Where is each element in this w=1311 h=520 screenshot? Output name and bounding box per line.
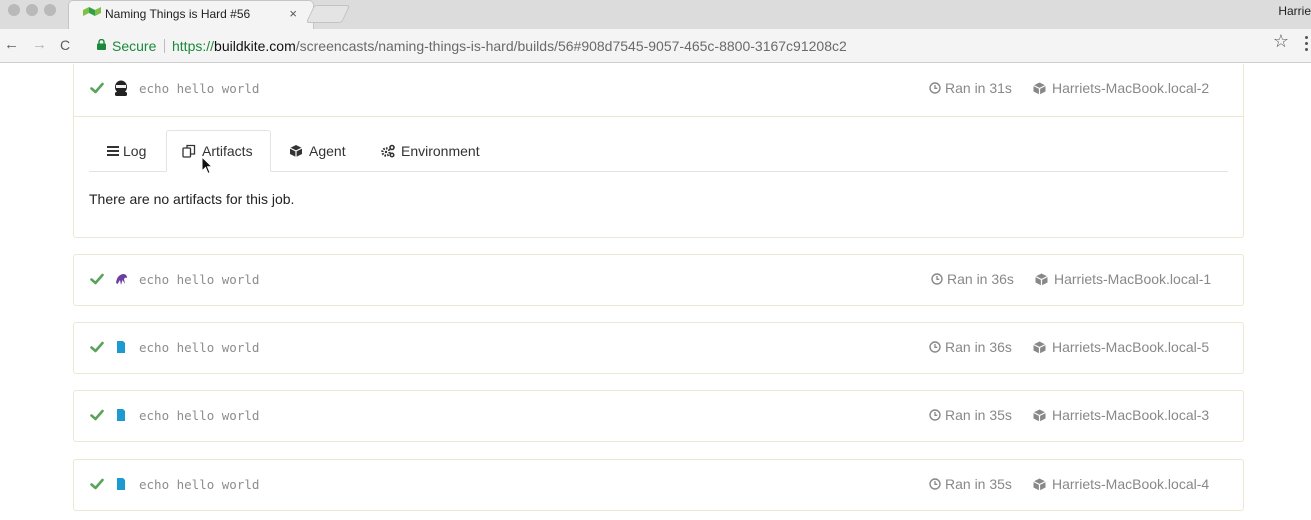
window-zoom-button[interactable] (44, 4, 56, 16)
cube-icon (1033, 478, 1046, 491)
tab-log[interactable]: Log (89, 131, 166, 172)
profile-name[interactable]: Harrie (1278, 4, 1311, 18)
check-icon (90, 409, 104, 421)
job-agent-name[interactable]: Harriets-MacBook.local-5 (1052, 339, 1209, 355)
job-card: echo hello world Ran in 36s Harriets-Mac… (73, 322, 1244, 374)
job-duration: Ran in 35s (945, 476, 1012, 492)
job-command: echo hello world (139, 408, 260, 423)
check-icon (90, 341, 104, 353)
cube-icon (1035, 273, 1048, 286)
tab-environment-label: Environment (401, 143, 480, 159)
url-text[interactable]: https://buildkite.com/screencasts/naming… (172, 38, 847, 54)
forward-arrow-icon[interactable]: → (32, 35, 47, 55)
new-tab-button[interactable] (305, 5, 351, 23)
job-card: echo hello world Ran in 35s Harriets-Mac… (73, 390, 1244, 442)
address-bar[interactable]: Secure https://buildkite.com/screencasts… (85, 32, 1293, 60)
browser-tab-active[interactable]: Naming Things is Hard #56 × (68, 0, 314, 29)
no-artifacts-message: There are no artifacts for this job. (89, 191, 295, 207)
address-separator (164, 39, 165, 53)
back-arrow-icon[interactable]: ← (4, 35, 19, 55)
clock-icon (929, 409, 941, 421)
job-card: echo hello world Ran in 35s Harriets-Mac… (73, 459, 1244, 511)
browser-tab-title: Naming Things is Hard #56 (105, 7, 251, 21)
check-icon (90, 273, 104, 285)
job-detail-tabs: Log Artifacts Agent Environment (89, 130, 1228, 172)
clock-icon (929, 82, 941, 94)
window-close-button[interactable] (8, 4, 20, 16)
clock-icon (931, 273, 943, 285)
job-header[interactable]: echo hello world Ran in 36s Harriets-Mac… (74, 323, 1243, 374)
cube-icon (1033, 409, 1046, 422)
window-minimize-button[interactable] (26, 4, 38, 16)
job-header[interactable]: echo hello world Ran in 35s Harriets-Mac… (74, 460, 1243, 511)
list-icon (107, 146, 119, 156)
buildkite-logo-icon (83, 7, 101, 16)
tab-environment[interactable]: Environment (367, 131, 487, 172)
mouse-pointer-icon (201, 156, 213, 175)
job-card: echo hello world Ran in 36s Harriets-Mac… (73, 254, 1244, 306)
purple-octopus-icon (116, 274, 127, 285)
job-duration: Ran in 31s (945, 80, 1012, 96)
job-agent-name[interactable]: Harriets-MacBook.local-2 (1052, 80, 1209, 96)
ninja-avatar-icon (115, 80, 127, 96)
secure-label: Secure (112, 38, 157, 54)
browser-menu-icon[interactable] (1301, 36, 1311, 52)
tab-agent-label: Agent (309, 143, 346, 159)
tab-artifacts[interactable]: Artifacts (166, 130, 271, 172)
job-duration: Ran in 36s (947, 271, 1014, 287)
cube-icon (1033, 82, 1046, 95)
url-host: buildkite.com (214, 38, 296, 54)
browser-toolbar: ← → C Secure https://buildkite.com/scree… (0, 29, 1311, 63)
tab-agent[interactable]: Agent (274, 131, 354, 172)
close-tab-icon[interactable]: × (289, 6, 297, 21)
browser-tab-bar: Naming Things is Hard #56 × Harrie (0, 0, 1311, 29)
job-agent-name[interactable]: Harriets-MacBook.local-1 (1054, 271, 1211, 287)
url-path: /screencasts/naming-things-is-hard/build… (295, 38, 847, 54)
job-command: echo hello world (139, 272, 260, 287)
tab-log-label: Log (123, 143, 147, 159)
job-command: echo hello world (139, 81, 260, 96)
cube-icon (1033, 341, 1046, 354)
job-command: echo hello world (139, 477, 260, 492)
job-header[interactable]: echo hello world Ran in 31s Harriets-Mac… (74, 64, 1243, 115)
check-icon (90, 478, 104, 490)
clock-icon (929, 478, 941, 490)
job-card-expanded: echo hello world Ran in 31s Harriets-Mac… (73, 64, 1244, 238)
blue-tag-icon (117, 478, 125, 490)
job-duration: Ran in 36s (945, 339, 1012, 355)
bookmark-star-icon[interactable]: ☆ (1273, 31, 1289, 52)
job-duration: Ran in 35s (945, 407, 1012, 423)
blue-tag-icon (117, 409, 125, 421)
clock-icon (929, 341, 941, 353)
job-header[interactable]: echo hello world Ran in 36s Harriets-Mac… (74, 255, 1243, 306)
lock-icon (97, 39, 106, 50)
url-scheme: https:// (172, 38, 215, 54)
reload-icon[interactable]: C (60, 35, 70, 55)
job-agent-name[interactable]: Harriets-MacBook.local-4 (1052, 476, 1209, 492)
job-agent-name[interactable]: Harriets-MacBook.local-3 (1052, 407, 1209, 423)
check-icon (90, 82, 104, 94)
gears-icon (381, 144, 395, 158)
job-header[interactable]: echo hello world Ran in 35s Harriets-Mac… (74, 391, 1243, 442)
copy-files-icon (182, 144, 196, 158)
blue-tag-icon (117, 341, 125, 353)
cube-icon (289, 145, 303, 157)
job-details: Log Artifacts Agent Environment There ar… (74, 116, 1243, 237)
job-command: echo hello world (139, 340, 260, 355)
